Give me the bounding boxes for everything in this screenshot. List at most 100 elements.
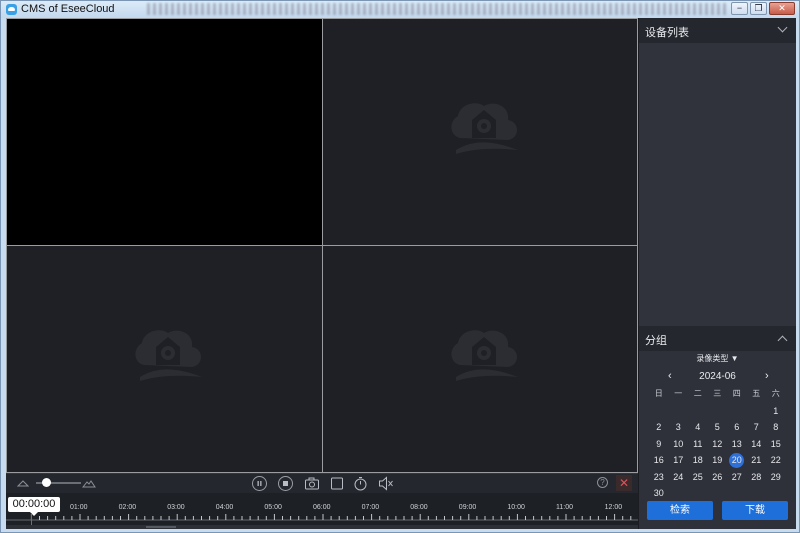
calendar-day-number: 28	[751, 471, 762, 482]
calendar-day[interactable]: 14	[747, 436, 767, 453]
zoom-out-icon[interactable]	[17, 479, 29, 487]
calendar-day[interactable]: 22	[766, 452, 786, 469]
timeline-hour-label: 11:00	[556, 504, 573, 511]
weekday-label: 二	[693, 389, 702, 398]
calendar-empty-cell	[669, 403, 689, 420]
current-time-badge: 00:00:00	[8, 497, 60, 516]
calendar-day[interactable]: 25	[688, 469, 708, 486]
title-bar[interactable]: CMS of EseeCloud − ❐ ✕	[1, 1, 799, 18]
calendar-day-number: 26	[712, 471, 723, 482]
help-icon[interactable]: ?	[597, 477, 608, 488]
calendar-day-number: 10	[673, 438, 684, 449]
calendar-day[interactable]: 17	[669, 452, 689, 469]
calendar-day[interactable]: 8	[766, 419, 786, 436]
calendar-day-number: 15	[770, 438, 781, 449]
calendar-empty-cell	[708, 403, 728, 420]
app-window: CMS of EseeCloud − ❐ ✕ ? ✕ 00:00:00 01:0…	[0, 0, 800, 533]
calendar-day[interactable]: 24	[669, 469, 689, 486]
chevron-down-icon[interactable]	[777, 22, 788, 33]
calendar-day[interactable]: 26	[708, 469, 728, 486]
weekday-label: 六	[771, 389, 780, 398]
calendar-day-number: 2	[656, 422, 662, 432]
calendar-day[interactable]: 4	[688, 419, 708, 436]
calendar-day-number: 13	[731, 438, 742, 449]
calendar-day[interactable]: 21	[747, 452, 767, 469]
timeline-hour-label: 12:00	[604, 504, 623, 511]
calendar-day[interactable]: 30	[649, 485, 669, 502]
video-pane-1[interactable]	[7, 19, 322, 245]
record-type-dropdown[interactable]: 录像类型 ▼	[639, 353, 796, 364]
calendar-day-number: 19	[712, 455, 723, 465]
calendar-day[interactable]: 3	[669, 419, 689, 436]
record-square-icon[interactable]	[330, 476, 344, 491]
close-playback-button[interactable]: ✕	[616, 475, 632, 491]
calendar-empty-cell	[727, 403, 747, 420]
snapshot-camera-icon[interactable]	[304, 476, 320, 491]
calendar-day[interactable]: 12	[708, 436, 728, 453]
pause-icon	[257, 481, 262, 486]
window-title: CMS of EseeCloud	[21, 3, 115, 15]
calendar-day[interactable]: 15	[766, 436, 786, 453]
device-list-header[interactable]: 设备列表	[639, 18, 796, 43]
calendar-day[interactable]: 18	[688, 452, 708, 469]
calendar-day-number: 22	[770, 455, 781, 465]
video-pane-2[interactable]	[323, 19, 637, 245]
calendar-day[interactable]: 7	[747, 419, 767, 436]
timeline[interactable]: 00:00:00 01:00 02:00 03:00 04:00 05:00 06:00 0…	[6, 493, 638, 529]
speed-slider-handle[interactable]	[42, 478, 51, 487]
calendar-day-number: 12	[712, 438, 723, 449]
group-title: 分组	[645, 335, 667, 347]
restore-button[interactable]: ❐	[750, 2, 767, 15]
next-month-button[interactable]: ›	[765, 370, 769, 382]
calendar-day[interactable]: 20	[727, 452, 747, 469]
calendar-day[interactable]: 16	[649, 452, 669, 469]
timeline-hour-label: 02:00	[118, 504, 137, 511]
chevron-up-icon[interactable]	[777, 335, 788, 346]
timeline-scrollbar[interactable]	[6, 525, 638, 529]
minimize-button[interactable]: −	[731, 2, 748, 15]
video-pane-4[interactable]	[323, 246, 637, 472]
calendar-day[interactable]: 11	[688, 436, 708, 453]
calendar-day[interactable]: 27	[727, 469, 747, 486]
timeline-hour-label: 09:00	[458, 504, 477, 511]
calendar-day[interactable]: 19	[708, 452, 728, 469]
calendar-day-number: 6	[734, 422, 740, 432]
stop-icon	[283, 481, 288, 486]
calendar-day-number: 20	[729, 453, 745, 468]
close-window-button[interactable]: ✕	[769, 2, 795, 15]
weekday-label: 日	[654, 389, 663, 398]
timer-icon[interactable]	[353, 476, 368, 491]
timeline-hour-label: 08:00	[410, 504, 428, 511]
calendar-day[interactable]: 23	[649, 469, 669, 486]
calendar-day[interactable]: 28	[747, 469, 767, 486]
timeline-ruler[interactable]	[6, 512, 638, 525]
calendar-day-number: 7	[753, 422, 759, 432]
main-area: ? ✕ 00:00:00 01:00 02:00 03:00 04:00 05:00 06…	[6, 18, 796, 529]
search-button[interactable]: 检索	[647, 501, 713, 520]
calendar-day[interactable]: 9	[649, 436, 669, 453]
calendar-day[interactable]: 29	[766, 469, 786, 486]
timeline-hour-label: 04:00	[215, 504, 234, 511]
calendar-day[interactable]: 10	[669, 436, 689, 453]
calendar-day[interactable]: 13	[727, 436, 747, 453]
calendar-day[interactable]: 2	[649, 419, 669, 436]
calendar-day-number: 23	[653, 471, 664, 482]
stop-button[interactable]	[278, 476, 293, 491]
calendar-day[interactable]: 6	[727, 419, 747, 436]
pause-button[interactable]	[252, 476, 267, 491]
device-list	[639, 43, 796, 326]
mute-speaker-icon[interactable]	[378, 476, 394, 491]
calendar-empty-cell	[747, 403, 767, 420]
zoom-in-icon[interactable]	[82, 478, 96, 488]
download-button[interactable]: 下载	[722, 501, 788, 520]
calendar-day[interactable]: 5	[708, 419, 728, 436]
video-pane-3[interactable]	[7, 246, 322, 472]
calendar-day-number: 24	[673, 471, 684, 482]
calendar-day-number: 21	[751, 455, 762, 465]
timeline-scroll-thumb[interactable]	[146, 526, 176, 528]
playback-control-bar: ? ✕	[6, 473, 638, 493]
calendar-day[interactable]: 1	[766, 403, 786, 420]
calendar-day-number: 1	[773, 405, 779, 416]
timeline-hour-label: 06:00	[313, 504, 331, 511]
group-header[interactable]: 分组	[639, 326, 796, 351]
